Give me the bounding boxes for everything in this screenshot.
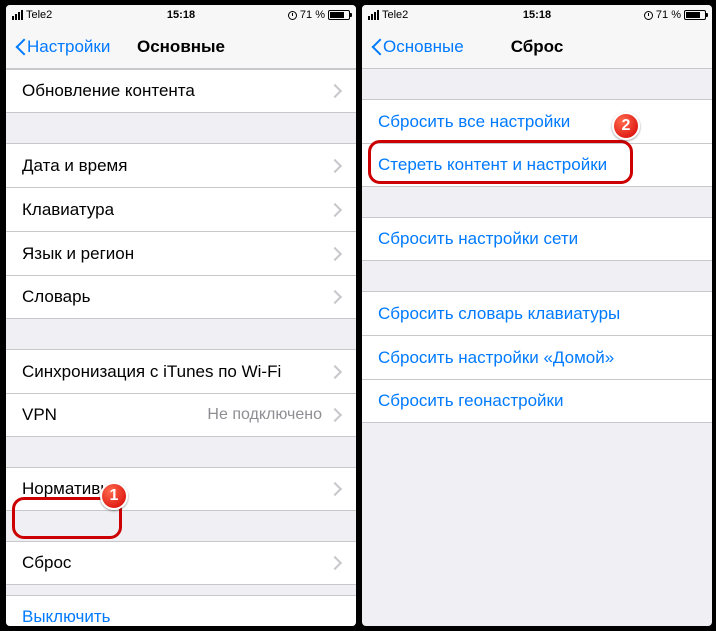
- row-language[interactable]: Язык и регион: [6, 231, 356, 275]
- vpn-status: Не подключено: [207, 406, 322, 424]
- row-vpn[interactable]: VPN Не подключено: [6, 393, 356, 437]
- status-bar: Tele2 15:18 71 %: [362, 5, 712, 25]
- back-button[interactable]: Настройки: [14, 37, 110, 57]
- status-time: 15:18: [167, 9, 195, 21]
- battery-percent: 71 %: [656, 9, 681, 21]
- screen-general: Tele2 15:18 71 % Настройки Основные Обно…: [6, 5, 356, 626]
- chevron-right-icon: [332, 159, 340, 173]
- chevron-right-icon: [332, 84, 340, 98]
- status-bar: Tele2 15:18 71 %: [6, 5, 356, 25]
- page-title: Основные: [137, 37, 225, 57]
- back-label: Настройки: [27, 37, 110, 57]
- row-date-time[interactable]: Дата и время: [6, 143, 356, 187]
- chevron-right-icon: [332, 365, 340, 379]
- signal-icon: [12, 10, 23, 20]
- screen-reset: Tele2 15:18 71 % Основные Сброс Сбросить…: [362, 5, 712, 626]
- nav-bar: Настройки Основные: [6, 25, 356, 69]
- battery-icon: [684, 10, 706, 20]
- chevron-right-icon: [332, 556, 340, 570]
- alarm-icon: [288, 11, 297, 20]
- row-reset-dict[interactable]: Сбросить словарь клавиатуры: [362, 291, 712, 335]
- status-time: 15:18: [523, 9, 551, 21]
- battery-percent: 71 %: [300, 9, 325, 21]
- row-reset-all[interactable]: Сбросить все настройки: [362, 99, 712, 143]
- row-content-update[interactable]: Обновление контента: [6, 69, 356, 113]
- chevron-left-icon: [14, 38, 25, 56]
- chevron-right-icon: [332, 408, 340, 422]
- alarm-icon: [644, 11, 653, 20]
- carrier-label: Tele2: [382, 9, 408, 21]
- row-reset-geo[interactable]: Сбросить геонастройки: [362, 379, 712, 423]
- row-norm[interactable]: Нормативы: [6, 467, 356, 511]
- carrier-label: Tele2: [26, 9, 52, 21]
- signal-icon: [368, 10, 379, 20]
- chevron-right-icon: [332, 203, 340, 217]
- row-erase-content[interactable]: Стереть контент и настройки: [362, 143, 712, 187]
- row-keyboard[interactable]: Клавиатура: [6, 187, 356, 231]
- row-dictionary[interactable]: Словарь: [6, 275, 356, 319]
- chevron-right-icon: [332, 290, 340, 304]
- page-title: Сброс: [511, 37, 564, 57]
- nav-bar: Основные Сброс: [362, 25, 712, 69]
- row-reset[interactable]: Сброс: [6, 541, 356, 585]
- chevron-right-icon: [332, 247, 340, 261]
- row-reset-home[interactable]: Сбросить настройки «Домой»: [362, 335, 712, 379]
- row-itunes-sync[interactable]: Синхронизация с iTunes по Wi-Fi: [6, 349, 356, 393]
- back-label: Основные: [383, 37, 464, 57]
- chevron-left-icon: [370, 38, 381, 56]
- row-shutdown[interactable]: Выключить: [6, 595, 356, 626]
- back-button[interactable]: Основные: [370, 37, 464, 57]
- row-reset-network[interactable]: Сбросить настройки сети: [362, 217, 712, 261]
- chevron-right-icon: [332, 482, 340, 496]
- battery-icon: [328, 10, 350, 20]
